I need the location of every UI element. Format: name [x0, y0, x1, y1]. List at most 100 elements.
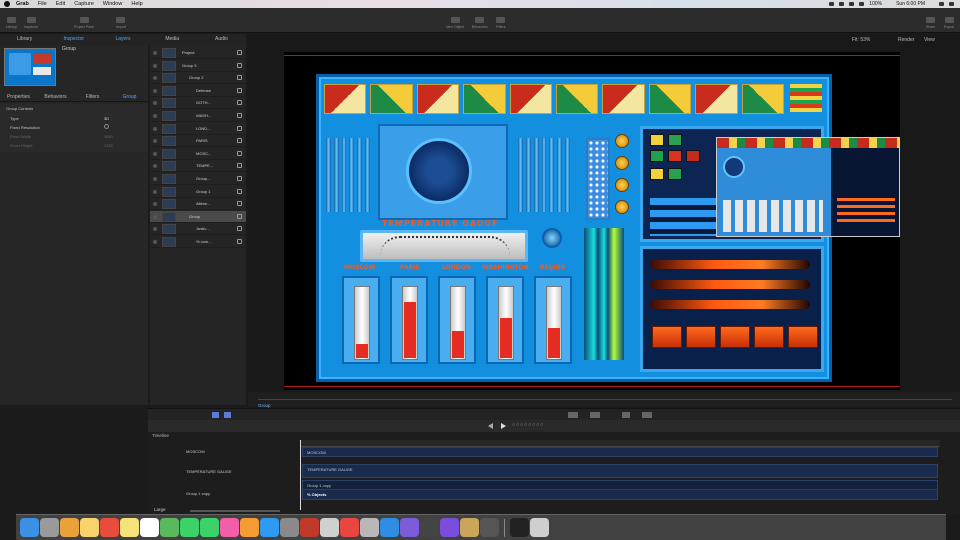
- lock-icon[interactable]: [237, 201, 242, 207]
- rewind-button[interactable]: [488, 423, 493, 429]
- lock-icon[interactable]: [237, 239, 242, 244]
- text-tool-icon[interactable]: [622, 412, 630, 418]
- lock-icon[interactable]: [237, 163, 242, 169]
- new-object-button[interactable]: New Object: [446, 17, 464, 29]
- fixed-width-field[interactable]: 3840: [104, 134, 113, 139]
- layer-row[interactable]: Group 1: [150, 186, 246, 198]
- final-cut-icon[interactable]: [420, 518, 439, 537]
- behaviors-button[interactable]: Behaviors: [472, 17, 488, 29]
- tab-inspector[interactable]: Inspector: [49, 34, 98, 45]
- tab-library[interactable]: Library: [0, 34, 49, 45]
- lock-icon[interactable]: [237, 125, 242, 131]
- visibility-icon[interactable]: [153, 202, 157, 207]
- layer-row[interactable]: Altime...: [150, 198, 246, 211]
- layer-row[interactable]: Defense: [150, 85, 246, 97]
- layer-row[interactable]: Group...: [150, 173, 246, 185]
- tab-audio[interactable]: Audio: [197, 34, 246, 45]
- visibility-icon[interactable]: [153, 76, 157, 81]
- view-popup[interactable]: View: [924, 37, 935, 43]
- layer-row[interactable]: TEMPE...: [150, 160, 246, 173]
- compressor-icon[interactable]: [460, 518, 479, 537]
- lock-icon[interactable]: [237, 226, 242, 232]
- visibility-icon[interactable]: [153, 214, 157, 219]
- lock-icon[interactable]: [237, 213, 242, 219]
- tab-layers[interactable]: Layers: [98, 34, 147, 45]
- menu-item[interactable]: Window: [103, 1, 123, 7]
- project-pane-button[interactable]: Project Pane: [74, 17, 94, 29]
- status-icon[interactable]: [829, 2, 835, 6]
- preview-icon[interactable]: [320, 518, 339, 537]
- wifi-icon[interactable]: [859, 2, 865, 6]
- fit-popup[interactable]: Fit: 53%: [852, 37, 870, 43]
- mask-tool-icon[interactable]: [642, 412, 652, 418]
- visibility-icon[interactable]: [153, 164, 157, 169]
- chrome-icon[interactable]: [340, 518, 359, 537]
- tab-group[interactable]: Group: [111, 92, 148, 101]
- reminders-icon[interactable]: [140, 518, 159, 537]
- layer-row[interactable]: Group: [150, 210, 246, 223]
- menu-item[interactable]: Grab: [16, 1, 29, 7]
- visibility-icon[interactable]: [153, 139, 157, 144]
- menu-item[interactable]: File: [38, 1, 47, 7]
- finder-icon[interactable]: [20, 518, 39, 537]
- terminal-icon[interactable]: [510, 518, 529, 537]
- layer-row[interactable]: Justic...: [150, 223, 246, 236]
- layer-row[interactable]: Group 3: [150, 60, 246, 72]
- mini-timeline[interactable]: [258, 399, 952, 400]
- lock-icon[interactable]: [237, 75, 242, 81]
- zoom-slider[interactable]: [190, 510, 280, 512]
- fixed-resolution-checkbox[interactable]: [104, 124, 109, 129]
- lock-icon[interactable]: [237, 150, 242, 156]
- screenshot-icon[interactable]: [480, 518, 499, 537]
- status-icon[interactable]: [849, 2, 855, 6]
- maps-icon[interactable]: [160, 518, 179, 537]
- timeline-clip[interactable]: TEMPERATURE GAUGE: [302, 464, 938, 478]
- lock-icon[interactable]: [237, 176, 242, 181]
- script-editor-icon[interactable]: [360, 518, 379, 537]
- tab-filters[interactable]: Filters: [74, 92, 111, 101]
- timeline-layer-label[interactable]: MOSCOW: [186, 449, 205, 454]
- photo-booth-icon[interactable]: [300, 518, 319, 537]
- visibility-icon[interactable]: [153, 126, 157, 131]
- timeline-layer-label[interactable]: Group 1 copy: [186, 491, 210, 496]
- zoom-size-label[interactable]: Large: [154, 507, 166, 512]
- layer-row[interactable]: GOTH...: [150, 97, 246, 110]
- lock-icon[interactable]: [237, 113, 242, 118]
- inspector-button[interactable]: Inspector: [24, 17, 38, 29]
- menu-item[interactable]: Capture: [74, 1, 94, 7]
- layer-row[interactable]: % com...: [150, 236, 246, 248]
- visibility-icon[interactable]: [153, 88, 157, 93]
- timeline-clip[interactable]: % Objects: [302, 489, 938, 500]
- visibility-icon[interactable]: [153, 63, 157, 68]
- visibility-icon[interactable]: [153, 114, 157, 118]
- facetime-icon[interactable]: [200, 518, 219, 537]
- apple-icon[interactable]: [4, 1, 10, 7]
- shape-tool-icon[interactable]: [568, 412, 578, 418]
- layer-row[interactable]: LOND...: [150, 123, 246, 135]
- safari-icon[interactable]: [380, 518, 399, 537]
- export-button[interactable]: Export: [944, 17, 954, 29]
- lock-icon[interactable]: [237, 87, 242, 93]
- lock-icon[interactable]: [237, 188, 242, 194]
- overlay-layer[interactable]: [716, 137, 900, 237]
- layout-icon[interactable]: [212, 412, 219, 418]
- imovie-icon[interactable]: [400, 518, 419, 537]
- tab-properties[interactable]: Properties: [0, 92, 37, 101]
- calendar-icon[interactable]: [100, 518, 119, 537]
- launchpad-icon[interactable]: [40, 518, 59, 537]
- visibility-icon[interactable]: [153, 177, 157, 181]
- timeline-layer-label[interactable]: TEMPERATURE GAUGE: [186, 469, 232, 474]
- play-button[interactable]: [501, 423, 506, 429]
- itunes-icon[interactable]: [220, 518, 239, 537]
- layer-row[interactable]: Project: [150, 47, 246, 59]
- lock-icon[interactable]: [237, 138, 242, 144]
- status-icon[interactable]: [839, 2, 845, 6]
- visibility-icon[interactable]: [153, 51, 157, 55]
- app-store-icon[interactable]: [260, 518, 279, 537]
- visibility-icon[interactable]: [153, 227, 157, 232]
- pen-tool-icon[interactable]: [590, 412, 600, 418]
- search-icon[interactable]: [939, 2, 944, 6]
- menu-item[interactable]: Help: [131, 1, 142, 7]
- lock-icon[interactable]: [237, 50, 242, 55]
- stickies-icon[interactable]: [120, 518, 139, 537]
